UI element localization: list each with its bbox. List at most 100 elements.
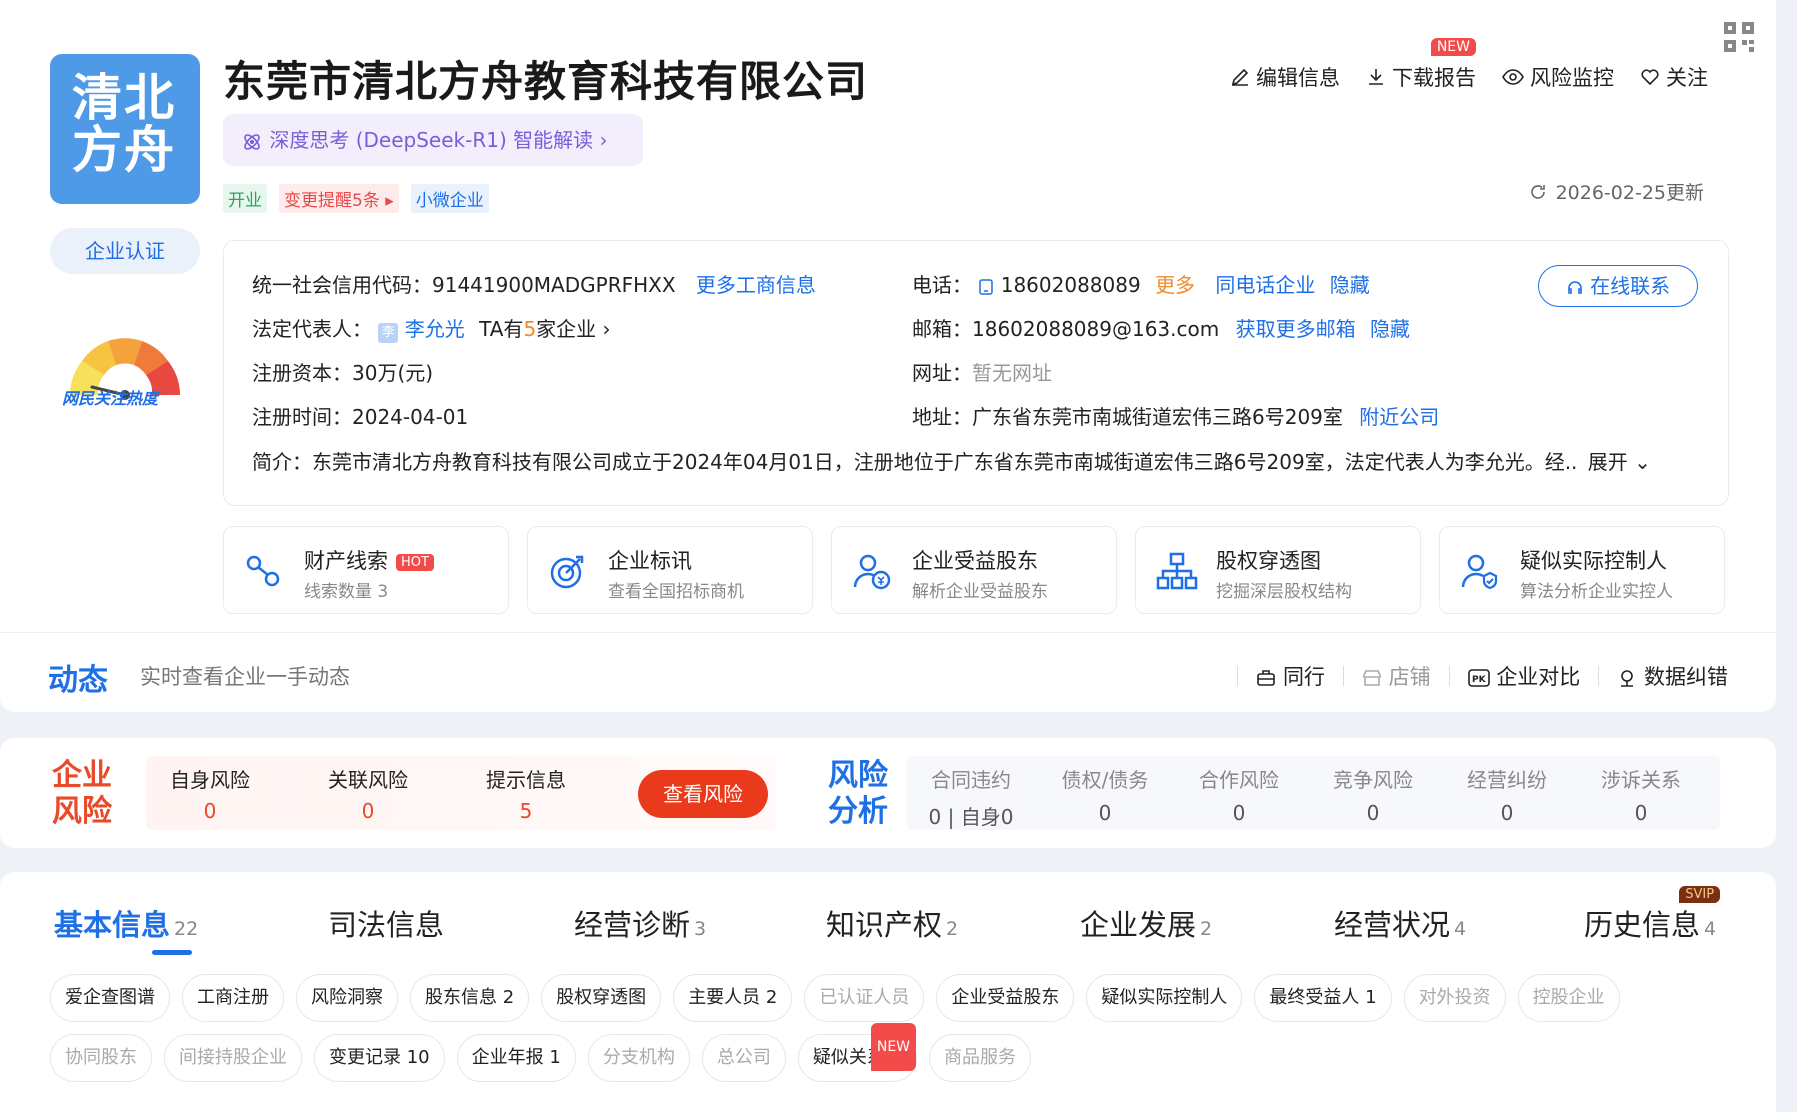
compare-button[interactable]: PK 企业对比 <box>1467 661 1580 691</box>
notice-info-item[interactable]: 提示信息 5 <box>466 764 586 823</box>
divider <box>1342 666 1344 686</box>
chip-change-records[interactable]: 变更记录 10 <box>314 1034 445 1082</box>
feature-equity-chart[interactable]: 股权穿透图 挖掘深层股权结构 <box>1135 526 1421 614</box>
enterprise-cert-button[interactable]: 企业认证 <box>50 228 200 274</box>
expand-intro-button[interactable]: 展开 ⌄ <box>1588 450 1651 474</box>
legal-rep-name-link[interactable]: 李允光 <box>405 317 465 341</box>
briefcase-icon <box>1257 670 1276 686</box>
analysis-item-value: 0 <box>1634 801 1648 825</box>
feature-asset-clue[interactable]: 财产线索 HOT 线索数量 3 <box>223 526 509 614</box>
tab-diagnosis[interactable]: 经营诊断 3 <box>574 902 706 944</box>
chip-aiqicha-graph[interactable]: 爱企查图谱 <box>50 974 170 1022</box>
risk-title-line1: 企业 <box>52 758 112 793</box>
ai-interpret-button[interactable]: 深度思考 (DeepSeek-R1) 智能解读 › <box>223 114 643 166</box>
debt-item[interactable]: 债权/债务 0 <box>1040 764 1170 825</box>
chip-branches[interactable]: 分支机构 <box>587 1034 690 1082</box>
analysis-item-label: 合同违约 <box>931 768 1011 792</box>
divider <box>1448 666 1450 686</box>
chip-co-shareholders[interactable]: 协同股东 <box>50 1034 152 1082</box>
risk-card: 企业 风险 自身风险 0 关联风险 0 提示信息 5 查看风险 风险 分析 合同违约 0… <box>0 738 1776 848</box>
competition-risk-item[interactable]: 竞争风险 0 <box>1308 764 1438 825</box>
self-risk-item[interactable]: 自身风险 0 <box>150 764 270 823</box>
chip-equity-chart[interactable]: 股权穿透图 <box>541 974 662 1022</box>
chip-holding[interactable]: 控股企业 <box>1517 974 1620 1022</box>
phone-more-link[interactable]: 更多 <box>1155 273 1195 297</box>
chip-ultimate-beneficiary[interactable]: 最终受益人 1 <box>1254 974 1392 1022</box>
change-alert-label: 变更提醒5条 <box>284 191 380 211</box>
tab-history[interactable]: 历史信息 4 SVIP <box>1584 886 1721 944</box>
qr-code-icon[interactable] <box>1722 20 1756 54</box>
chip-beneficiary[interactable]: 企业受益股东 <box>936 974 1075 1022</box>
contract-breach-item[interactable]: 合同违约 0 | 自身0 <box>906 764 1036 830</box>
chevron-right-icon: › <box>599 128 608 152</box>
feature-title: 股权穿透图 <box>1216 549 1321 573</box>
business-info-box: 统一社会信用代码：91441900MADGPRFHXX 更多工商信息 法定代表人… <box>223 240 1729 506</box>
online-contact-label: 在线联系 <box>1590 274 1671 298</box>
status-badge: 开业 <box>223 184 267 213</box>
divider <box>1237 666 1239 686</box>
credit-code-value[interactable]: 91441900MADGPRFHXX <box>432 273 676 297</box>
chip-shareholders[interactable]: 股东信息 2 <box>410 974 530 1022</box>
avatar: 李 <box>378 323 399 343</box>
phone-row: 电话： 18602088089 更多 同电话企业 隐藏 <box>912 269 1370 298</box>
nearby-companies-link[interactable]: 附近公司 <box>1359 405 1439 429</box>
hot-badge: HOT <box>396 554 434 571</box>
tab-label: 历史信息 <box>1584 908 1701 942</box>
download-report-label: 下载报告 <box>1392 66 1476 90</box>
legal-rep-companies-link[interactable]: TA有5家企业 › <box>479 317 610 341</box>
tab-operation[interactable]: 经营状况 4 <box>1334 902 1466 944</box>
chip-risk-insight[interactable]: 风险洞察 <box>296 974 398 1022</box>
chip-biz-registration[interactable]: 工商注册 <box>182 974 284 1022</box>
dynamics-subtitle[interactable]: 实时查看企业一手动态 <box>140 661 350 691</box>
feature-controller[interactable]: 疑似实际控制人 算法分析企业实控人 <box>1439 526 1725 614</box>
edit-info-button[interactable]: 编辑信息 <box>1230 62 1340 92</box>
chip-investment[interactable]: 对外投资 <box>1403 974 1506 1022</box>
tab-basic-info[interactable]: 基本信息 22 <box>54 902 198 944</box>
legal-suffix: 家企业 <box>536 317 597 341</box>
change-alert-badge[interactable]: 变更提醒5条 ▸ <box>279 184 399 213</box>
risk-analysis-title: 风险 分析 <box>828 758 888 830</box>
feature-tender[interactable]: 企业标讯 查看全国招标商机 <box>527 526 813 614</box>
analysis-item-value: 0 | 自身0 <box>928 805 1014 829</box>
svg-text:PK: PK <box>1472 675 1487 685</box>
chip-annual-report[interactable]: 企业年报 1 <box>456 1034 576 1082</box>
dynamics-title[interactable]: 动态 <box>48 655 108 699</box>
tab-development[interactable]: 企业发展 2 <box>1080 902 1212 944</box>
download-report-button[interactable]: NEW 下载报告 <box>1366 38 1476 92</box>
view-risk-button[interactable]: 查看风险 <box>638 770 768 818</box>
risk-monitor-button[interactable]: 风险监控 <box>1502 62 1614 92</box>
same-phone-link[interactable]: 同电话企业 <box>1215 273 1315 297</box>
phone-value[interactable]: 18602088089 <box>1001 273 1141 297</box>
data-correct-button[interactable]: 数据纠错 <box>1617 661 1728 691</box>
tab-judicial[interactable]: 司法信息 <box>328 902 448 944</box>
chip-indirect-holding[interactable]: 间接持股企业 <box>164 1034 302 1082</box>
hide-email-link[interactable]: 隐藏 <box>1370 317 1410 341</box>
follow-button[interactable]: 关注 <box>1640 62 1708 92</box>
email-value[interactable]: 18602088089@163.com <box>972 317 1219 341</box>
update-time[interactable]: 2026-02-25更新 <box>1528 178 1704 205</box>
litigation-item[interactable]: 涉诉关系 0 <box>1576 764 1706 825</box>
online-contact-button[interactable]: 在线联系 <box>1538 265 1698 307</box>
chip-head-office[interactable]: 总公司 <box>701 1034 786 1082</box>
more-email-link[interactable]: 获取更多邮箱 <box>1236 317 1356 341</box>
peer-button[interactable]: 同行 <box>1256 661 1325 691</box>
edit-info-label: 编辑信息 <box>1256 66 1340 90</box>
cooperation-risk-item[interactable]: 合作风险 0 <box>1174 764 1304 825</box>
chip-controller[interactable]: 疑似实际控制人 <box>1086 974 1243 1022</box>
store-button[interactable]: 店铺 <box>1362 661 1431 691</box>
asset-clue-icon <box>246 555 280 587</box>
chip-verified-staff[interactable]: 已认证人员 <box>804 974 925 1022</box>
chip-suspected-relations[interactable]: 疑似关系 6 NEW <box>797 1023 918 1082</box>
legal-ta-text: TA有 <box>479 317 524 341</box>
chip-key-personnel[interactable]: 主要人员 2 <box>673 974 793 1022</box>
tab-ip[interactable]: 知识产权 2 <box>826 902 958 944</box>
feature-beneficiary[interactable]: 企业受益股东 解析企业受益股东 <box>831 526 1117 614</box>
related-risk-item[interactable]: 关联风险 0 <box>308 764 428 823</box>
tab-count: 4 <box>1454 918 1467 940</box>
business-dispute-item[interactable]: 经营纠纷 0 <box>1442 764 1572 825</box>
capital-value: 30万(元) <box>352 361 434 385</box>
more-biz-info-link[interactable]: 更多工商信息 <box>696 273 816 297</box>
hide-phone-link[interactable]: 隐藏 <box>1330 273 1370 297</box>
chip-goods-services[interactable]: 商品服务 <box>929 1034 1032 1082</box>
phone-icon <box>979 278 994 295</box>
